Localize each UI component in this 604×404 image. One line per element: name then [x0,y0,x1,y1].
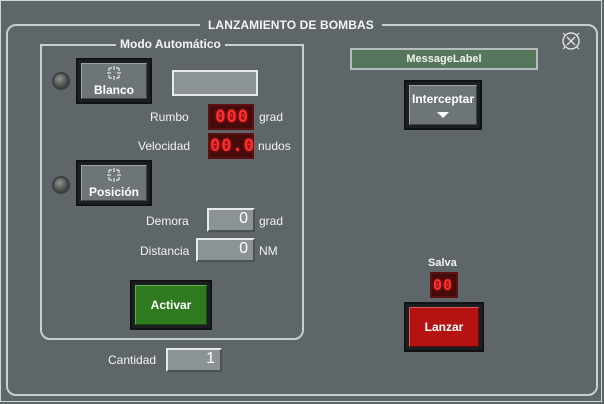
velocidad-unit: nudos [258,139,291,153]
target-reticle-icon [107,167,121,182]
activar-button-face: Activar [135,285,207,325]
close-icon[interactable] [560,30,582,52]
distancia-field[interactable]: 0 [196,238,255,262]
velocidad-display: 00.0 [208,133,254,159]
lanzar-button[interactable]: Lanzar [404,302,484,352]
posicion-button[interactable]: Posición [76,160,152,206]
panel-title: LANZAMIENTO DE BOMBAS [200,16,382,34]
posicion-button-label: Posición [88,184,139,199]
distancia-unit: NM [259,244,278,258]
auto-mode-title: Modo Automático [116,36,225,52]
rumbo-label: Rumbo [150,110,189,124]
interceptar-button[interactable]: Interceptar [404,80,482,130]
demora-unit: grad [259,214,284,228]
lanzar-button-label: Lanzar [424,320,464,334]
activar-button-label: Activar [150,298,192,312]
interceptar-button-face: Interceptar [409,85,477,125]
target-reticle-icon [107,65,121,80]
blanco-button-face: Blanco [81,63,147,99]
lanzar-button-face: Lanzar [409,307,479,347]
velocidad-label: Velocidad [138,139,191,153]
blanco-button-label: Blanco [93,82,134,97]
rumbo-display: 000 [208,104,254,130]
distancia-label: Distancia [140,244,190,258]
interceptar-button-label: Interceptar [411,92,475,106]
posicion-button-face: Posición [81,165,147,201]
salva-label: Salva [428,257,457,269]
rumbo-unit: grad [259,110,284,124]
demora-label: Demora [146,214,189,228]
salva-display: 00 [430,272,458,298]
cantidad-field[interactable]: 1 [166,348,222,372]
blanco-indicator-led [52,72,70,90]
blanco-target-field[interactable] [172,70,258,96]
message-label: MessageLabel [350,48,538,70]
chevron-down-icon [437,112,449,118]
blanco-button[interactable]: Blanco [76,58,152,104]
posicion-indicator-led [52,176,70,194]
demora-field[interactable]: 0 [207,208,255,232]
activar-button[interactable]: Activar [130,280,212,330]
cantidad-label: Cantidad [108,353,157,367]
